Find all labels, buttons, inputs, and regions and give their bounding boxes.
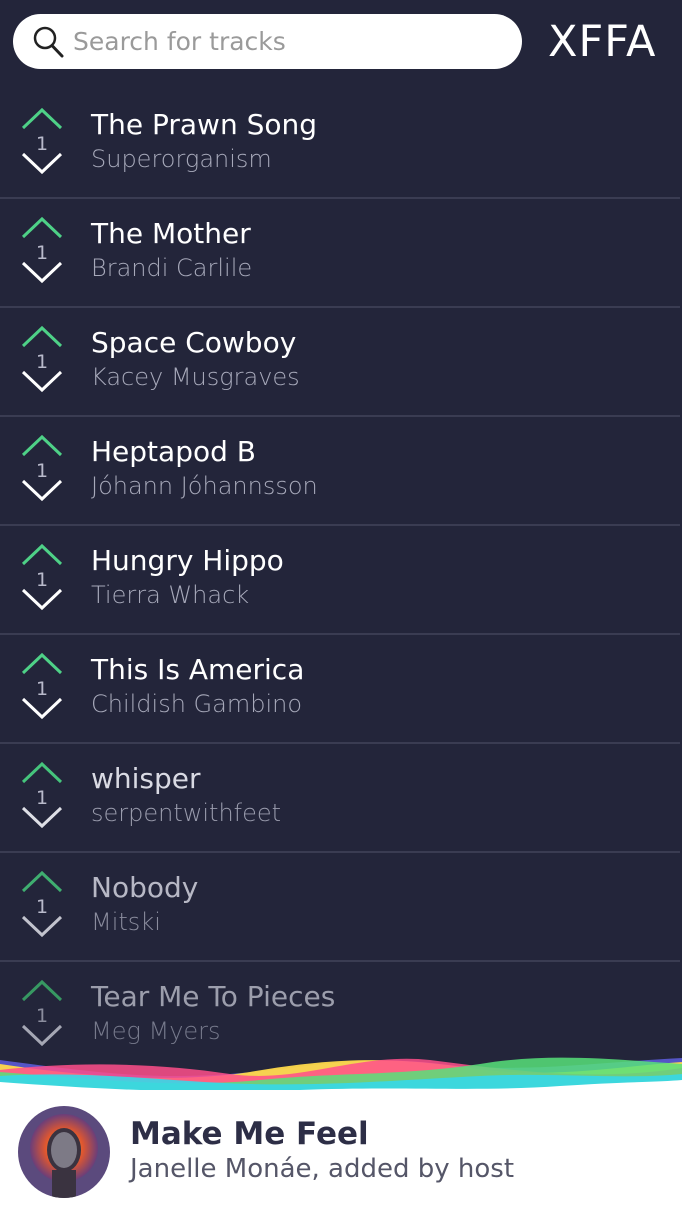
search-bar[interactable] xyxy=(13,14,522,69)
now-playing-title: Make Me Feel xyxy=(130,1116,369,1152)
album-art xyxy=(18,1106,110,1198)
track-title[interactable]: Tear Me To Pieces xyxy=(91,980,335,1014)
track-row: 1 Heptapod B Jóhann Jóhannsson xyxy=(0,417,680,526)
now-playing-bar[interactable]: Make Me Feel Janelle Monáe, added by hos… xyxy=(0,1090,682,1214)
track-artist: Meg Myers xyxy=(91,1017,221,1045)
track-artist: Brandi Carlile xyxy=(91,254,253,282)
upvote-icon[interactable] xyxy=(21,215,63,241)
downvote-icon[interactable] xyxy=(21,477,63,503)
upvote-icon[interactable] xyxy=(21,324,63,350)
vote-control: 1 xyxy=(20,106,64,180)
track-row: 1 The Mother Brandi Carlile xyxy=(0,199,680,308)
now-playing-subtitle: Janelle Monáe, added by host xyxy=(130,1154,515,1184)
downvote-icon[interactable] xyxy=(21,259,63,285)
upvote-icon[interactable] xyxy=(21,651,63,677)
downvote-icon[interactable] xyxy=(21,1022,63,1048)
track-artist: serpentwithfeet xyxy=(91,799,282,827)
downvote-icon[interactable] xyxy=(21,913,63,939)
upvote-icon[interactable] xyxy=(21,978,63,1004)
downvote-icon[interactable] xyxy=(21,804,63,830)
vote-control: 1 xyxy=(20,978,64,1052)
upvote-icon[interactable] xyxy=(21,542,63,568)
track-artist: Childish Gambino xyxy=(91,690,303,718)
upvote-icon[interactable] xyxy=(21,106,63,132)
track-row: 1 Hungry Hippo Tierra Whack xyxy=(0,526,680,635)
track-row: 1 The Prawn Song Superorganism xyxy=(0,90,680,199)
track-title[interactable]: The Prawn Song xyxy=(91,108,317,142)
vote-control: 1 xyxy=(20,433,64,507)
track-title[interactable]: The Mother xyxy=(91,217,251,251)
brand-logo: XFFA xyxy=(548,17,657,67)
upvote-icon[interactable] xyxy=(21,433,63,459)
vote-control: 1 xyxy=(20,215,64,289)
track-title[interactable]: whisper xyxy=(91,762,201,796)
vote-control: 1 xyxy=(20,869,64,943)
downvote-icon[interactable] xyxy=(21,695,63,721)
downvote-icon[interactable] xyxy=(21,586,63,612)
track-row: 1 whisper serpentwithfeet xyxy=(0,744,680,853)
search-input[interactable] xyxy=(71,26,495,57)
track-artist: Kacey Musgraves xyxy=(91,363,300,391)
track-row: 1 This Is America Childish Gambino xyxy=(0,635,680,744)
track-title[interactable]: Heptapod B xyxy=(91,435,256,469)
upvote-icon[interactable] xyxy=(21,760,63,786)
vote-control: 1 xyxy=(20,651,64,725)
track-artist: Mitski xyxy=(91,908,161,936)
upvote-icon[interactable] xyxy=(21,869,63,895)
downvote-icon[interactable] xyxy=(21,368,63,394)
search-icon xyxy=(33,26,64,57)
vote-control: 1 xyxy=(20,324,64,398)
header: XFFA xyxy=(0,0,682,84)
track-artist: Superorganism xyxy=(91,145,272,173)
downvote-icon[interactable] xyxy=(21,150,63,176)
track-artist: Tierra Whack xyxy=(91,581,250,609)
track-row: 1 Space Cowboy Kacey Musgraves xyxy=(0,308,680,417)
track-title[interactable]: This Is America xyxy=(91,653,304,687)
track-queue: 1 The Prawn Song Superorganism 1 The Mot… xyxy=(0,90,680,1071)
track-row: 1 Nobody Mitski xyxy=(0,853,680,962)
vote-control: 1 xyxy=(20,760,64,834)
track-title[interactable]: Hungry Hippo xyxy=(91,544,284,578)
track-title[interactable]: Space Cowboy xyxy=(91,326,296,360)
track-artist: Jóhann Jóhannsson xyxy=(91,472,318,500)
vote-control: 1 xyxy=(20,542,64,616)
track-title[interactable]: Nobody xyxy=(91,871,198,905)
